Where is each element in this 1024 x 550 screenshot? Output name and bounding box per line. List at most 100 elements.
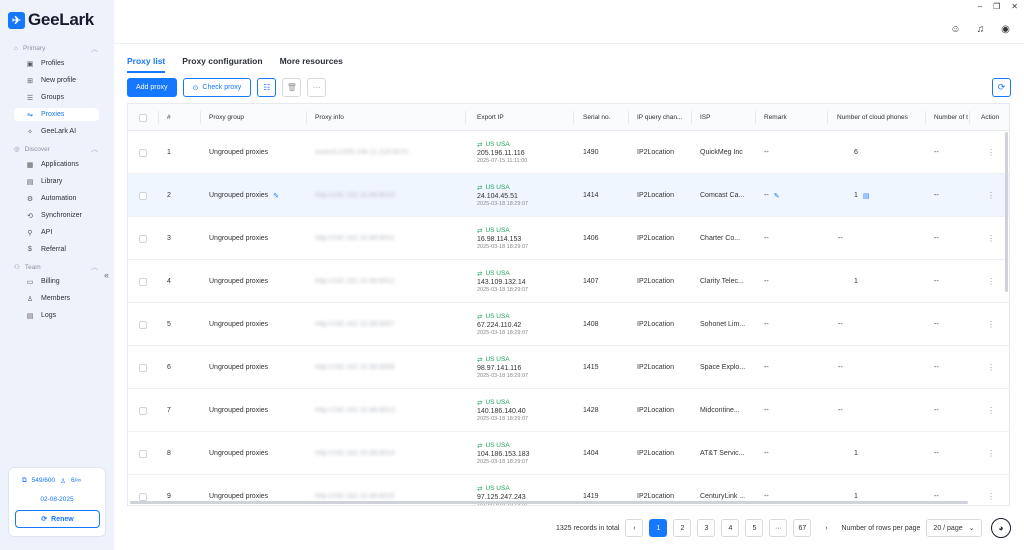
- support-icon[interactable]: ☺: [949, 23, 962, 36]
- app-logo[interactable]: ✈ GeeLark: [8, 10, 94, 30]
- sidebar-item-synchronizer[interactable]: ⟲ Synchronizer: [14, 209, 99, 222]
- col-proxy-group[interactable]: Proxy group: [200, 104, 306, 131]
- tab-more-resources[interactable]: More resources: [280, 56, 343, 73]
- row-actions-button[interactable]: ⋮: [987, 475, 995, 505]
- col-proxy-info[interactable]: Proxy info: [306, 104, 465, 131]
- add-proxy-button[interactable]: Add proxy: [127, 78, 177, 97]
- table-row[interactable]: 8 Ungrouped proxies http://192.162.10.68…: [128, 432, 1009, 475]
- section-primary[interactable]: ⌂ Primary ︿: [14, 45, 98, 53]
- row-checkbox[interactable]: [139, 346, 147, 389]
- edit-icon[interactable]: ✎: [273, 192, 279, 200]
- col-action: Action: [969, 104, 1009, 131]
- section-discover[interactable]: ◎ Discover ︿: [14, 145, 98, 154]
- col-isp[interactable]: ISP: [691, 104, 755, 131]
- section-team[interactable]: ⚇ Team ︿: [14, 263, 98, 272]
- proxy-group-cell: Ungrouped proxies: [209, 407, 269, 414]
- user-avatar-icon[interactable]: ◉: [999, 23, 1012, 36]
- sidebar-item-referral[interactable]: $ Referral: [14, 243, 99, 256]
- row-actions-button[interactable]: ⋮: [987, 389, 995, 432]
- close-button[interactable]: ✕: [1011, 2, 1018, 11]
- select-all-checkbox[interactable]: [139, 104, 147, 131]
- col-remark[interactable]: Remark: [755, 104, 827, 131]
- bell-icon[interactable]: ♫: [974, 23, 987, 36]
- table-row[interactable]: 6 Ungrouped proxies http://192.162.10.68…: [128, 346, 1009, 389]
- table-row[interactable]: 4 Ungrouped proxies http://192.162.10.68…: [128, 260, 1009, 303]
- row-actions-button[interactable]: ⋮: [987, 217, 995, 260]
- sidebar-item-geelark-ai[interactable]: ✧ GeeLark AI: [14, 125, 99, 138]
- renew-button[interactable]: ⟳ Renew: [15, 510, 100, 528]
- table-row[interactable]: 1 Ungrouped proxies socks5://205.196.11.…: [128, 131, 1009, 174]
- restore-button[interactable]: ❐: [993, 2, 1000, 11]
- delete-button[interactable]: 🗑: [282, 78, 302, 97]
- swap-arrows-icon: ⇄: [477, 314, 483, 321]
- col-ip-query-channel[interactable]: IP query chan...: [628, 104, 691, 131]
- table-row[interactable]: 5 Ungrouped proxies http://192.162.10.68…: [128, 303, 1009, 346]
- edit-icon[interactable]: ✎: [774, 192, 780, 200]
- swap-arrows-icon: ⇄: [477, 185, 483, 192]
- number-of-t-cell: --: [934, 235, 939, 242]
- sidebar-item-new-profile[interactable]: ⊞ New profile: [14, 74, 99, 87]
- row-actions-button[interactable]: ⋮: [987, 260, 995, 303]
- table-row[interactable]: 2 Ungrouped proxies ✎ http://192.162.10.…: [128, 174, 1009, 217]
- col-serial-no[interactable]: Serial no.: [573, 104, 628, 131]
- rows-per-page-select[interactable]: 20 / page ⌄: [926, 519, 982, 537]
- row-checkbox[interactable]: [139, 303, 147, 346]
- next-page-button[interactable]: ›: [817, 519, 836, 537]
- sidebar-item-logs[interactable]: ▤ Logs: [14, 309, 99, 322]
- minimize-button[interactable]: –: [978, 2, 982, 11]
- toolbar: Add proxy ⊙ Check proxy ☷ 🗑 ···: [127, 78, 327, 97]
- table-row[interactable]: 7 Ungrouped proxies http://192.162.10.68…: [128, 389, 1009, 432]
- row-checkbox[interactable]: [139, 260, 147, 303]
- row-actions-button[interactable]: ⋮: [987, 131, 995, 174]
- sidebar-item-applications[interactable]: ▦ Applications: [14, 158, 99, 171]
- row-actions-button[interactable]: ⋮: [987, 346, 995, 389]
- swap-arrows-icon: ⇄: [477, 357, 483, 364]
- sidebar-item-api[interactable]: ⚲ API: [14, 226, 99, 239]
- sidebar-item-automation[interactable]: ⚙ Automation: [14, 192, 99, 205]
- page-ellipsis[interactable]: ···: [769, 519, 788, 537]
- more-vertical-icon: ⋮: [987, 320, 995, 329]
- collapse-sidebar-icon[interactable]: «: [104, 270, 109, 280]
- page-5-button[interactable]: 5: [745, 519, 764, 537]
- top-bar: – ❐ ✕ ☺ ♫ ◉: [114, 0, 1024, 44]
- row-actions-button[interactable]: ⋮: [987, 432, 995, 475]
- row-actions-button[interactable]: ⋮: [987, 303, 995, 346]
- row-checkbox[interactable]: [139, 432, 147, 475]
- filter-settings-button[interactable]: ☷: [257, 78, 277, 97]
- sidebar-item-proxies[interactable]: ⇋ Proxies: [14, 108, 99, 121]
- horizontal-scrollbar[interactable]: [130, 501, 968, 504]
- phone-detail-icon[interactable]: ▤: [863, 192, 870, 200]
- check-proxy-button[interactable]: ⊙ Check proxy: [182, 78, 252, 97]
- more-actions-button[interactable]: ···: [307, 78, 327, 97]
- table-row[interactable]: 3 Ungrouped proxies http://192.162.10.68…: [128, 217, 1009, 260]
- help-assistant-icon[interactable]: ◕: [991, 518, 1011, 538]
- vertical-scrollbar[interactable]: [1005, 132, 1008, 292]
- row-checkbox[interactable]: [139, 217, 147, 260]
- page-2-button[interactable]: 2: [673, 519, 692, 537]
- refresh-button[interactable]: ⟳: [992, 78, 1011, 97]
- row-actions-button[interactable]: ⋮: [987, 174, 995, 217]
- tab-proxy-list[interactable]: Proxy list: [127, 56, 166, 73]
- sidebar-item-groups[interactable]: ☰ Groups: [14, 91, 99, 104]
- page-3-button[interactable]: 3: [697, 519, 716, 537]
- sidebar-item-profiles[interactable]: ▣ Profiles: [14, 57, 99, 70]
- proxy-group-cell: Ungrouped proxies: [209, 149, 269, 156]
- tab-proxy-configuration[interactable]: Proxy configuration: [182, 56, 262, 73]
- row-checkbox[interactable]: [139, 131, 147, 174]
- row-number: 7: [167, 407, 171, 414]
- proxy-group-cell: Ungrouped proxies: [209, 364, 269, 371]
- sidebar-item-billing[interactable]: ▭ Billing: [14, 275, 99, 288]
- page-67-button[interactable]: 67: [793, 519, 812, 537]
- page-1-button[interactable]: 1: [649, 519, 668, 537]
- row-checkbox[interactable]: [139, 389, 147, 432]
- sidebar-item-library[interactable]: ▤ Library: [14, 175, 99, 188]
- ai-icon: ✧: [27, 128, 33, 136]
- row-checkbox[interactable]: [139, 174, 147, 217]
- col-number-of-t[interactable]: Number of t: [925, 104, 969, 131]
- sidebar-item-members[interactable]: ♙ Members: [14, 292, 99, 305]
- prev-page-button[interactable]: ‹: [625, 519, 644, 537]
- col-export-ip[interactable]: Export IP: [465, 104, 573, 131]
- cloud-phones-cell: 1: [854, 450, 858, 457]
- col-cloud-phones[interactable]: Number of cloud phones: [827, 104, 925, 131]
- page-4-button[interactable]: 4: [721, 519, 740, 537]
